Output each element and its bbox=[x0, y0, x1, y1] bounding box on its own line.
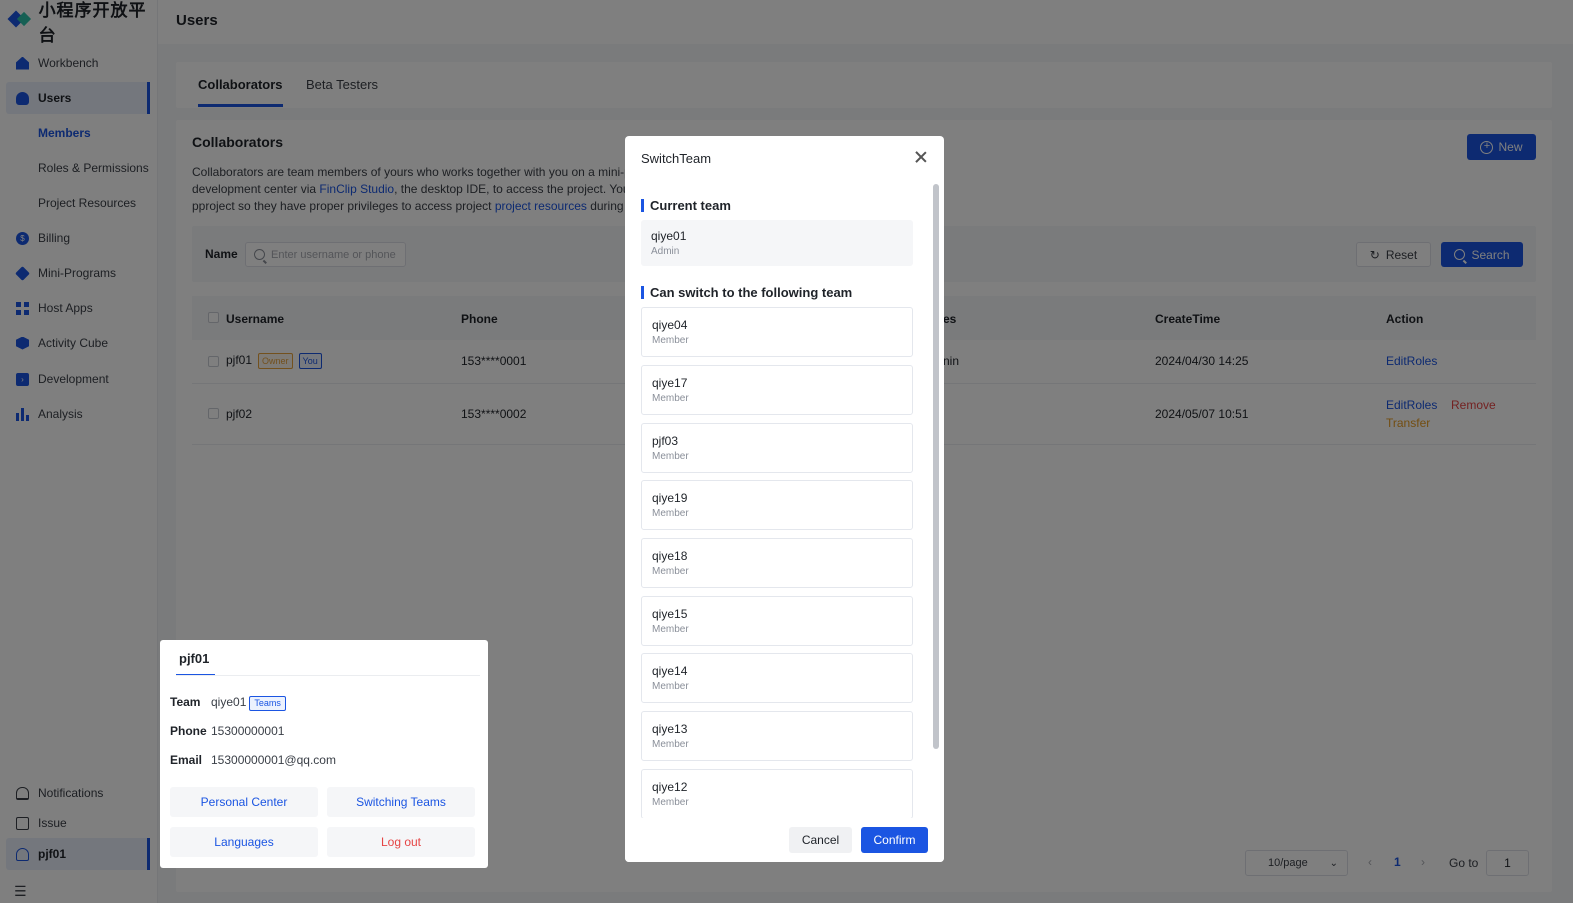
team-option[interactable]: qiye13 Member bbox=[641, 711, 913, 761]
team-name: qiye01 bbox=[651, 229, 687, 243]
team-role: Member bbox=[652, 508, 689, 519]
logout-button[interactable]: Log out bbox=[327, 827, 475, 857]
team-role: Member bbox=[652, 393, 689, 404]
team-option[interactable]: qiye15 Member bbox=[641, 596, 913, 646]
team-label: Team bbox=[170, 695, 201, 709]
team-role: Member bbox=[652, 739, 689, 750]
team-option[interactable]: qiye04 Member bbox=[641, 307, 913, 357]
team-name: qiye12 bbox=[652, 780, 688, 794]
team-name: qiye04 bbox=[652, 318, 688, 332]
team-option[interactable]: qiye19 Member bbox=[641, 480, 913, 530]
divider bbox=[176, 675, 480, 676]
user-popover: pjf01 Team qiye01 Teams Phone 15300000001 E… bbox=[160, 640, 488, 868]
confirm-button[interactable]: Confirm bbox=[861, 827, 928, 853]
modal-scrollbar[interactable] bbox=[932, 183, 940, 819]
team-role: Member bbox=[652, 624, 689, 635]
switching-teams-button[interactable]: Switching Teams bbox=[327, 787, 475, 817]
team-name: qiye19 bbox=[652, 491, 688, 505]
team-name: qiye17 bbox=[652, 376, 688, 390]
modal-title: SwitchTeam bbox=[641, 151, 712, 166]
team-option[interactable]: pjf03 Member bbox=[641, 423, 913, 473]
team-option[interactable]: qiye17 Member bbox=[641, 365, 913, 415]
switch-team-heading: Can switch to the following team bbox=[641, 285, 852, 300]
switch-team-modal: SwitchTeam Current team qiye01 Admin Can… bbox=[625, 136, 944, 862]
team-role: Member bbox=[652, 335, 689, 346]
scrollbar-thumb[interactable] bbox=[933, 184, 939, 749]
email-label: Email bbox=[170, 753, 203, 767]
phone-label: Phone bbox=[170, 724, 207, 738]
email-row: Email 15300000001@qq.com bbox=[170, 753, 336, 767]
team-role: Admin bbox=[651, 246, 680, 257]
modal-footer: Cancel Confirm bbox=[625, 818, 944, 862]
phone-row: Phone 15300000001 bbox=[170, 724, 284, 738]
phone-value: 15300000001 bbox=[211, 724, 285, 738]
team-role: Member bbox=[652, 681, 689, 692]
team-name: qiye18 bbox=[652, 549, 688, 563]
teams-badge[interactable]: Teams bbox=[249, 696, 286, 711]
team-role: Member bbox=[652, 451, 689, 462]
modal-body[interactable]: Current team qiye01 Admin Can switch to … bbox=[625, 181, 944, 819]
popover-username: pjf01 bbox=[175, 651, 216, 676]
current-team-card: qiye01 Admin bbox=[641, 220, 913, 266]
email-value: 15300000001@qq.com bbox=[211, 753, 336, 767]
team-option[interactable]: qiye12 Member bbox=[641, 769, 913, 819]
team-option[interactable]: qiye14 Member bbox=[641, 653, 913, 703]
team-name: qiye14 bbox=[652, 664, 688, 678]
team-value: qiye01 bbox=[211, 695, 247, 709]
close-icon[interactable] bbox=[914, 150, 928, 164]
team-role: Member bbox=[652, 566, 689, 577]
personal-center-button[interactable]: Personal Center bbox=[170, 787, 318, 817]
team-option[interactable]: qiye18 Member bbox=[641, 538, 913, 588]
team-name: qiye15 bbox=[652, 607, 688, 621]
cancel-button[interactable]: Cancel bbox=[789, 827, 852, 853]
team-role: Member bbox=[652, 797, 689, 808]
languages-button[interactable]: Languages bbox=[170, 827, 318, 857]
team-name: qiye13 bbox=[652, 722, 688, 736]
team-name: pjf03 bbox=[652, 434, 679, 448]
team-row: Team qiye01 Teams bbox=[170, 695, 286, 711]
current-team-heading: Current team bbox=[641, 198, 731, 213]
